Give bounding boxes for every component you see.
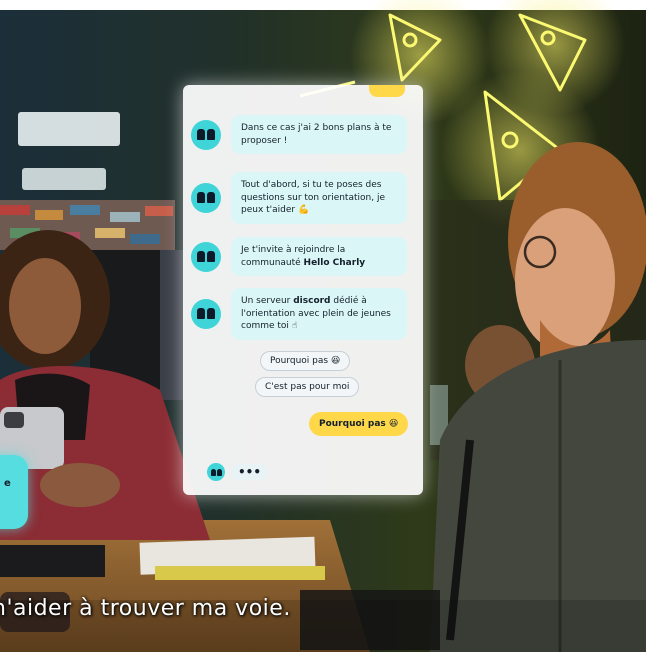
bot-avatar-icon bbox=[191, 119, 221, 150]
quick-reply-pourquoi-pas[interactable]: Pourquoi pas 😆 bbox=[260, 351, 351, 371]
partial-chat-bubble-text: e bbox=[4, 478, 11, 489]
bot-avatar-icon bbox=[191, 182, 221, 213]
chat-top-accent bbox=[369, 85, 405, 97]
bot-avatar-icon bbox=[207, 463, 225, 481]
chat-window: Dans ce cas j'ai 2 bons plans à te propo… bbox=[183, 85, 423, 495]
bot-message-bubble: Un serveur discord dédié à l'orientation… bbox=[231, 288, 407, 340]
bot-avatar-icon bbox=[191, 241, 221, 272]
bot-message-bubble: Dans ce cas j'ai 2 bons plans à te propo… bbox=[231, 115, 407, 154]
community-name: Hello Charly bbox=[303, 257, 366, 268]
quick-reply-pas-pour-moi[interactable]: C'est pas pour moi bbox=[255, 377, 360, 397]
bot-message-4: Un serveur discord dédié à l'orientation… bbox=[191, 288, 417, 340]
pointing-up-emoji: ☝ bbox=[291, 321, 298, 331]
video-frame: e Dans ce cas j'ai 2 bons plans à te pro… bbox=[0, 0, 646, 652]
discord-label: discord bbox=[293, 296, 331, 306]
bot-message-text: Tout d'abord, si tu te poses des questio… bbox=[241, 180, 385, 215]
partial-chat-bubble: e bbox=[0, 455, 28, 529]
bot-message-3: Je t'invite à rejoindre la communauté He… bbox=[191, 237, 417, 276]
bot-message-text: Dans ce cas j'ai 2 bons plans à te propo… bbox=[241, 123, 392, 146]
video-subtitle: n'aider à trouver ma voie. bbox=[0, 596, 291, 621]
bot-avatar-icon bbox=[191, 298, 221, 329]
bot-message-text: Un serveur bbox=[241, 296, 294, 306]
flexed-biceps-emoji: 💪 bbox=[298, 205, 310, 215]
typing-dots: ••• bbox=[231, 464, 269, 480]
bot-message-bubble: Je t'invite à rejoindre la communauté He… bbox=[231, 237, 407, 276]
bot-message-bubble: Tout d'abord, si tu te poses des questio… bbox=[231, 172, 407, 224]
typing-indicator: ••• bbox=[207, 463, 269, 481]
bot-message-2: Tout d'abord, si tu te poses des questio… bbox=[191, 172, 417, 224]
user-message-bubble: Pourquoi pas 😆 bbox=[309, 412, 409, 436]
bot-message-1: Dans ce cas j'ai 2 bons plans à te propo… bbox=[191, 115, 417, 154]
